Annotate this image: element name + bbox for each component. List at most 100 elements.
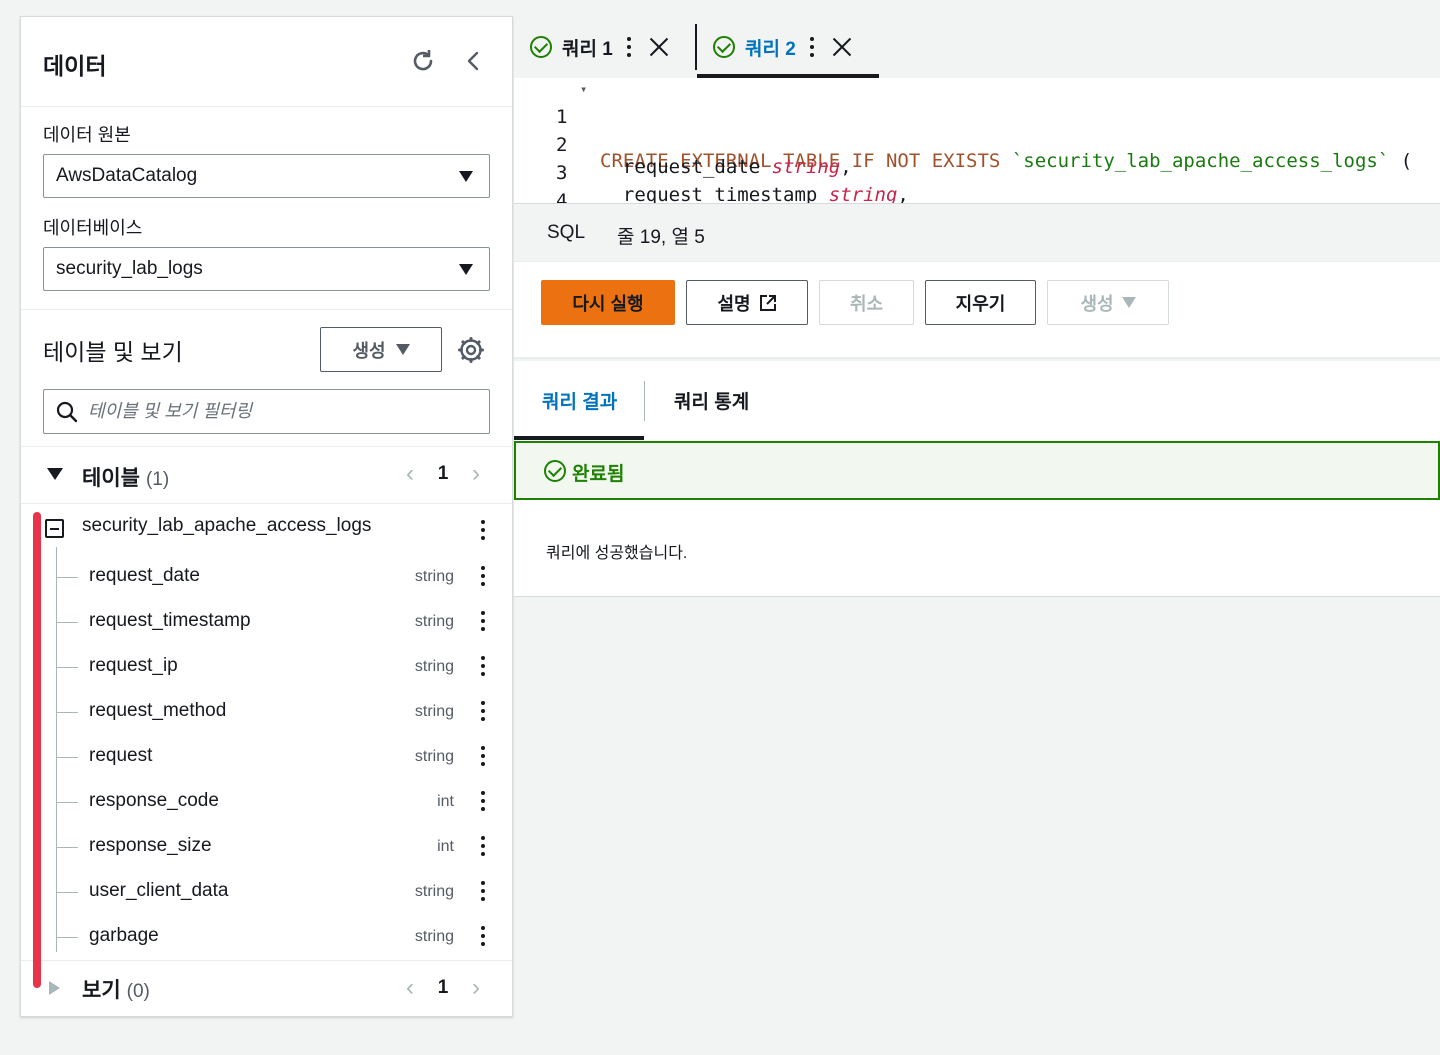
column-row: request_timestamp string: [21, 602, 512, 647]
caret-down-icon: [459, 171, 473, 182]
column-type: string: [414, 568, 454, 585]
column-type: string: [414, 658, 454, 675]
data-panel-header: 데이터: [21, 17, 512, 107]
caret-down-icon: [395, 344, 410, 355]
column-row: user_client_data string: [21, 872, 512, 917]
caret-down-icon: [1121, 297, 1136, 308]
column-name: response_code: [89, 790, 219, 811]
column-actions-icon[interactable]: [473, 743, 493, 769]
column-actions-icon[interactable]: [473, 923, 493, 949]
refresh-icon[interactable]: [409, 47, 437, 75]
table-row[interactable]: security_lab_apache_access_logs: [21, 511, 512, 551]
column-actions-icon[interactable]: [473, 608, 493, 634]
success-check-icon: [713, 36, 735, 58]
column-type: string: [414, 748, 454, 765]
collapse-icon[interactable]: [45, 519, 64, 538]
explain-label: 설명: [717, 293, 751, 314]
cancel-button[interactable]: 취소: [819, 280, 914, 325]
status-text: 완료됨: [572, 464, 625, 485]
tab-menu-icon[interactable]: [626, 37, 631, 57]
tab-menu-icon[interactable]: [809, 37, 814, 57]
column-type: string: [414, 883, 454, 900]
chevron-right-icon[interactable]: ›: [461, 973, 491, 1003]
column-actions-icon[interactable]: [473, 698, 493, 724]
column-row: request_ip string: [21, 647, 512, 692]
views-page-number[interactable]: 1: [425, 977, 461, 999]
table-filter-input[interactable]: [88, 401, 468, 422]
highlight-marker: [33, 512, 41, 988]
tab-query-results[interactable]: 쿼리 결과: [542, 387, 617, 414]
column-row: request_date string: [21, 557, 512, 602]
status-banner: 완료됨: [514, 441, 1440, 500]
line-number: 4: [556, 190, 568, 204]
results-panel: 쿼리 결과 쿼리 통계 완료됨 쿼리에 성공했습니다.: [514, 361, 1440, 597]
column-type: string: [414, 703, 454, 720]
gear-icon[interactable]: [458, 337, 484, 363]
create-label: 생성: [1080, 293, 1114, 314]
divider: [21, 309, 512, 310]
database-select[interactable]: security_lab_logs: [43, 247, 490, 291]
code-line: 1 ▾ CREATE EXTERNAL TABLE IF NOT EXISTS …: [514, 82, 1440, 172]
success-check-icon: [544, 460, 566, 482]
tables-group-row[interactable]: 테이블 (1) ‹ 1 ›: [21, 446, 512, 502]
column-name: request_method: [89, 700, 227, 721]
data-panel: 데이터 데이터 원본 AwsDataCatalog 데이터베이스 securit…: [20, 16, 513, 1017]
column-name: request_ip: [89, 655, 178, 676]
tables-label-text: 테이블: [82, 467, 140, 490]
chevron-left-icon[interactable]: ‹: [395, 459, 425, 489]
create-table-button[interactable]: 생성: [320, 327, 442, 372]
views-group-row[interactable]: 보기 (0) ‹ 1 ›: [21, 960, 512, 1016]
caret-down-icon: [459, 264, 473, 275]
column-actions-icon[interactable]: [473, 653, 493, 679]
table-actions-icon[interactable]: [473, 517, 493, 543]
table-filter-field[interactable]: [43, 389, 490, 434]
tab-separator: [695, 24, 697, 70]
create-dropdown-button[interactable]: 생성: [1047, 280, 1169, 325]
column-row: request string: [21, 737, 512, 782]
column-actions-icon[interactable]: [473, 878, 493, 904]
close-icon[interactable]: [832, 37, 852, 57]
close-icon[interactable]: [649, 37, 669, 57]
column-type: int: [437, 793, 454, 810]
expand-right-icon[interactable]: [49, 981, 60, 995]
column-row: response_code int: [21, 782, 512, 827]
chevron-left-icon[interactable]: ‹: [395, 973, 425, 1003]
data-source-value: AwsDataCatalog: [56, 165, 198, 186]
editor-status-bar: SQL 줄 19, 열 5: [514, 205, 1440, 262]
query-tabs-bar: 쿼리 1 쿼리 2: [514, 16, 1440, 78]
query-toolbar: 다시 실행 설명 취소 지우기 생성: [514, 262, 1440, 359]
column-actions-icon[interactable]: [473, 788, 493, 814]
column-name: user_client_data: [89, 880, 229, 901]
result-message: 쿼리에 성공했습니다.: [546, 545, 688, 562]
fold-icon[interactable]: ▾: [580, 82, 587, 96]
tables-page-number[interactable]: 1: [425, 463, 461, 485]
expand-down-icon[interactable]: [47, 468, 63, 480]
chevron-right-icon[interactable]: ›: [461, 459, 491, 489]
explain-button[interactable]: 설명: [686, 280, 808, 325]
code-line: 2 request_date string,: [514, 112, 1440, 178]
tab-query-stats[interactable]: 쿼리 통계: [674, 387, 749, 414]
rerun-button[interactable]: 다시 실행: [541, 280, 675, 325]
data-source-select[interactable]: AwsDataCatalog: [43, 154, 490, 198]
column-actions-icon[interactable]: [473, 563, 493, 589]
tab-query-2[interactable]: 쿼리 2: [713, 16, 852, 78]
code-line: 3 request_timestamp string,: [514, 140, 1440, 203]
create-button-label: 생성: [352, 340, 386, 361]
code-line: 4 request_ip string,: [514, 168, 1440, 203]
collapse-panel-icon[interactable]: [461, 47, 485, 75]
tab-query-1[interactable]: 쿼리 1: [530, 16, 669, 78]
sql-editor[interactable]: 1 ▾ CREATE EXTERNAL TABLE IF NOT EXISTS …: [514, 78, 1440, 204]
tab-separator: [644, 381, 645, 421]
column-row: response_size int: [21, 827, 512, 872]
table-name: security_lab_apache_access_logs: [82, 515, 372, 536]
cursor-position: 줄 19, 열 5: [617, 227, 705, 248]
column-actions-icon[interactable]: [473, 833, 493, 859]
success-check-icon: [530, 36, 552, 58]
tables-pager: ‹ 1 ›: [395, 459, 491, 489]
tab-label: 쿼리 1: [562, 38, 613, 60]
active-tab-indicator: [514, 436, 644, 440]
clear-button[interactable]: 지우기: [925, 280, 1036, 325]
column-type: string: [414, 928, 454, 945]
database-label: 데이터베이스: [43, 218, 143, 238]
database-value: security_lab_logs: [56, 258, 203, 279]
